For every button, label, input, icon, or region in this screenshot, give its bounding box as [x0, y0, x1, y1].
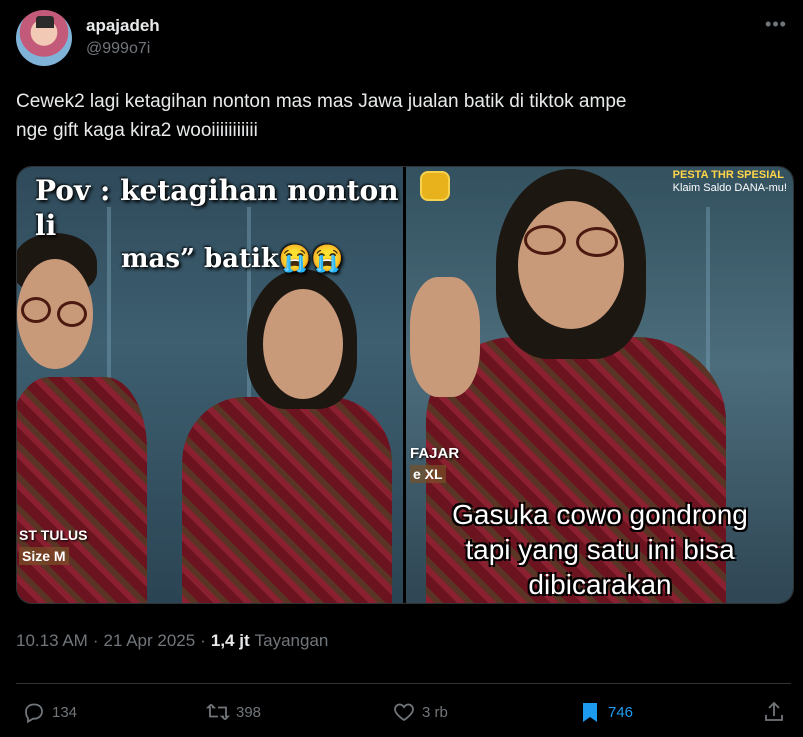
person-head: [518, 201, 624, 329]
repost-button[interactable]: 398: [206, 700, 261, 724]
like-button[interactable]: 3 rb: [392, 700, 448, 724]
tweet-text: Cewek2 lagi ketagihan nonton mas mas Jaw…: [16, 91, 627, 141]
view-count: 1,4 jt: [210, 631, 250, 650]
meta-separator: ·: [92, 631, 99, 650]
repost-count: 398: [236, 703, 262, 721]
glasses-icon: [576, 227, 618, 257]
heart-icon: [394, 703, 414, 722]
tweet-meta: 10.13 AM · 21 Apr 2025 · 1,4 jt Tayangan: [16, 631, 328, 651]
glasses-icon: [21, 297, 51, 323]
more-options-icon[interactable]: •••: [761, 12, 791, 36]
media-left-caption-line1: Pov : ketagihan nonton li: [35, 174, 399, 242]
media-photo-right[interactable]: PESTA THR SPESIAL Klaim Saldo DANA-mu! F…: [406, 167, 793, 603]
media-photo-left[interactable]: Pov : ketagihan nonton li mas” batik😭😭 S…: [17, 167, 403, 603]
bookmark-icon: [583, 703, 597, 722]
like-count: 3 rb: [422, 703, 448, 721]
share-button[interactable]: [762, 700, 786, 724]
person-right-head: [263, 289, 343, 399]
media-grid: Pov : ketagihan nonton li mas” batik😭😭 S…: [16, 166, 794, 604]
media-left-caption: Pov : ketagihan nonton li mas” batik😭😭: [35, 173, 403, 276]
reply-count: 134: [52, 703, 78, 721]
reply-icon: [25, 703, 43, 724]
media-right-size-label: e XL: [410, 465, 446, 483]
person-left-shirt: [17, 377, 147, 603]
media-left-name-label: ST TULUS: [19, 527, 88, 543]
media-left-caption-line2: mas” batik😭😭: [121, 244, 344, 274]
avatar-hat: [36, 16, 54, 28]
media-right-name-label: FAJAR: [410, 445, 460, 462]
person-right-shirt: [182, 397, 392, 603]
reply-button[interactable]: 134: [22, 700, 77, 724]
bookmark-button[interactable]: 746: [578, 700, 633, 724]
promo-banner: PESTA THR SPESIAL Klaim Saldo DANA-mu!: [673, 169, 787, 195]
coin-icon: [420, 171, 450, 201]
pointing-hand: [410, 277, 480, 397]
view-label: Tayangan: [254, 631, 329, 650]
tweet-time[interactable]: 10.13 AM: [16, 631, 88, 651]
promo-subtitle: Klaim Saldo DANA-mu!: [672, 182, 787, 195]
author-handle[interactable]: @999o7i: [86, 40, 150, 58]
share-icon: [765, 701, 783, 721]
action-bar: 134 398 3 rb 746: [22, 700, 792, 728]
tweet-date[interactable]: 21 Apr 2025: [104, 631, 196, 651]
glasses-icon: [524, 225, 566, 255]
bookmark-count: 746: [608, 703, 634, 721]
author-display-name[interactable]: apajadeh: [86, 16, 160, 36]
glasses-icon: [57, 301, 87, 327]
repost-icon: [206, 703, 230, 721]
divider: [16, 683, 791, 684]
meta-separator: ·: [200, 631, 206, 650]
media-right-caption: Gasuka cowo gondrong tapi yang satu ini …: [452, 499, 748, 600]
avatar[interactable]: [16, 10, 72, 66]
media-left-size-label: Size M: [19, 547, 69, 565]
promo-title: PESTA THR SPESIAL: [672, 169, 784, 181]
